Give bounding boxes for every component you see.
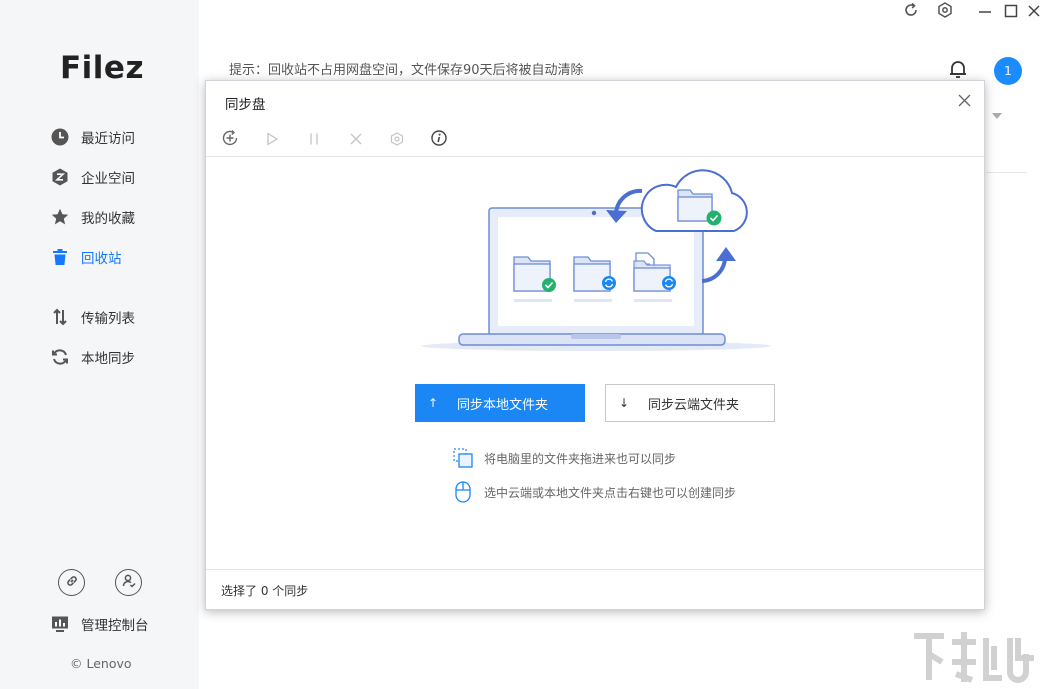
enterprise-hex-icon [50,167,70,187]
dialog-footer: 选择了 0 个同步 [206,569,984,609]
sidebar: Filez 最近访问 企业空间 我的收藏 回收站 传输列表 本地同步 管理控制台… [0,0,199,689]
star-icon [50,207,70,227]
close-window-button[interactable] [1024,2,1044,22]
sidebar-item-local-sync[interactable]: 本地同步 [50,344,135,370]
tip-right-click: 选中云端或本地文件夹点击右键也可以创建同步 [453,481,736,503]
add-sync-icon [221,129,239,151]
sidebar-item-favorites[interactable]: 我的收藏 [50,204,135,230]
sidebar-item-enterprise[interactable]: 企业空间 [50,164,135,190]
tip-drag-folder: 将电脑里的文件夹拖进来也可以同步 [453,447,676,469]
sync-illustration [416,169,776,358]
divider [986,172,1027,173]
avatar[interactable]: 1 [994,57,1022,85]
info-button[interactable] [429,130,449,150]
mouse-icon [453,481,473,503]
dashboard-monitor-icon [50,614,70,634]
sync-icon [50,347,70,367]
pause-icon [307,131,321,150]
sidebar-item-label: 最近访问 [81,131,135,147]
sidebar-item-recent[interactable]: 最近访问 [50,124,135,150]
arrow-down-icon: ↓ [618,396,630,410]
play-icon [265,131,279,150]
app-logo: Filez [60,50,144,86]
dialog-close-button[interactable] [955,92,973,110]
dialog-title: 同步盘 [225,97,266,113]
clock-icon [50,127,70,147]
sidebar-item-label: 回收站 [81,251,122,267]
maximize-button[interactable] [1001,2,1021,22]
sidebar-item-label: 我的收藏 [81,211,135,227]
tip-text: 选中云端或本地文件夹点击右键也可以创建同步 [484,485,737,500]
trash-icon [50,247,70,267]
info-icon [431,130,447,150]
gear-icon [937,2,953,22]
transfer-arrows-icon [50,307,70,327]
sync-settings-button[interactable] [387,130,407,150]
dialog-toolbar [206,124,984,157]
pause-sync-button[interactable] [304,130,324,150]
close-icon [958,92,971,111]
cloud-icon [640,169,748,232]
recycle-bin-hint: 提示：回收站不占用网盘空间，文件保存90天后将被自动清除 [229,63,584,78]
selection-status: 选择了 0 个同步 [221,584,309,598]
sidebar-item-label: 企业空间 [81,171,135,187]
minimize-icon [978,3,992,22]
sidebar-item-recycle-bin[interactable]: 回收站 [50,244,122,270]
refresh-button[interactable] [901,2,921,22]
sync-disk-dialog: 同步盘 ↑ 同步本地文件夹 ↓ 同步云端文件夹 将电脑里的文件夹拖进来也可以同步… [205,80,985,610]
user-verify-button[interactable] [115,569,142,596]
admin-console-label: 管理控制台 [81,618,149,634]
watermark-logo [910,628,1040,686]
user-check-icon [122,573,136,592]
refresh-icon [903,2,919,22]
drag-folder-icon [453,447,473,469]
delete-sync-button[interactable] [346,130,366,150]
sync-local-folder-button[interactable]: ↑ 同步本地文件夹 [415,384,585,422]
minimize-button[interactable] [975,2,995,22]
button-label: 同步本地文件夹 [457,397,549,413]
link-icon [65,573,79,592]
sync-cloud-folder-button[interactable]: ↓ 同步云端文件夹 [605,384,775,422]
settings-button[interactable] [935,2,955,22]
add-sync-button[interactable] [220,130,240,150]
tip-text: 将电脑里的文件夹拖进来也可以同步 [484,451,677,466]
sidebar-item-transfers[interactable]: 传输列表 [50,304,135,330]
admin-console-link[interactable]: 管理控制台 [50,614,149,634]
button-label: 同步云端文件夹 [648,397,740,413]
share-link-button[interactable] [58,569,85,596]
arrow-up-icon: ↑ [427,396,439,410]
x-icon [349,131,363,150]
chevron-down-icon[interactable] [992,113,1002,119]
gear-icon [390,131,404,150]
close-icon [1027,3,1041,22]
sidebar-item-label: 传输列表 [81,311,135,327]
start-sync-button[interactable] [262,130,282,150]
copyright: © Lenovo [70,656,132,671]
maximize-icon [1004,3,1018,22]
sidebar-item-label: 本地同步 [81,351,135,367]
